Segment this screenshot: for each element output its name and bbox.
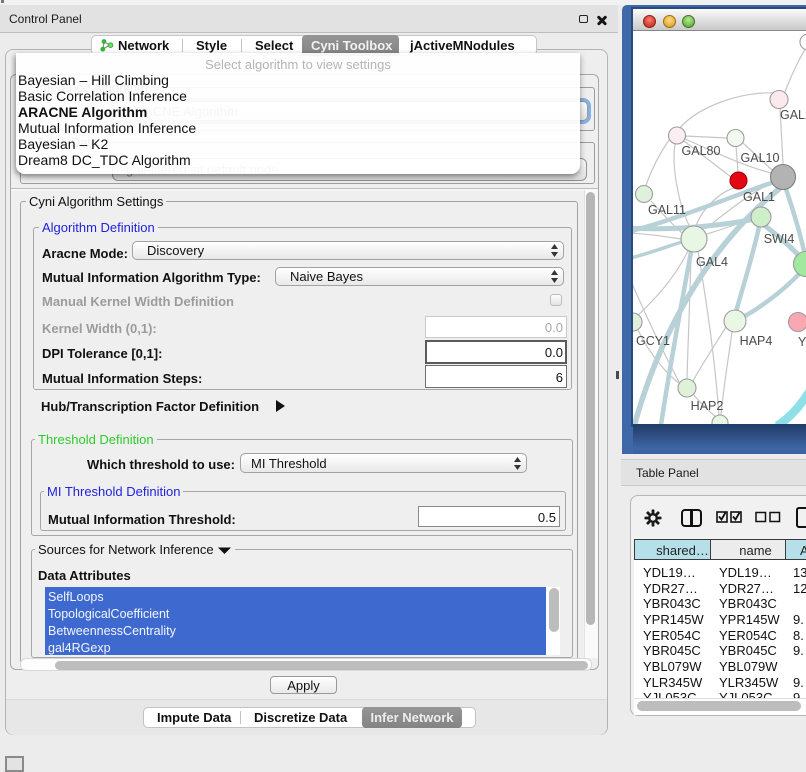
svg-text:HAP2: HAP2 — [691, 399, 724, 413]
svg-text:GAL1: GAL1 — [743, 190, 775, 204]
svg-text:Y: Y — [798, 335, 806, 349]
svg-text:SWI4: SWI4 — [764, 232, 795, 246]
svg-text:GAL2: GAL2 — [780, 108, 806, 122]
svg-text:GAL11: GAL11 — [648, 203, 686, 217]
svg-text:GCY1: GCY1 — [636, 334, 670, 348]
svg-text:GAL80: GAL80 — [682, 144, 721, 158]
svg-text:GAL10: GAL10 — [741, 151, 780, 165]
svg-text:GAL4: GAL4 — [696, 255, 728, 269]
svg-text:HAP4: HAP4 — [740, 334, 773, 348]
